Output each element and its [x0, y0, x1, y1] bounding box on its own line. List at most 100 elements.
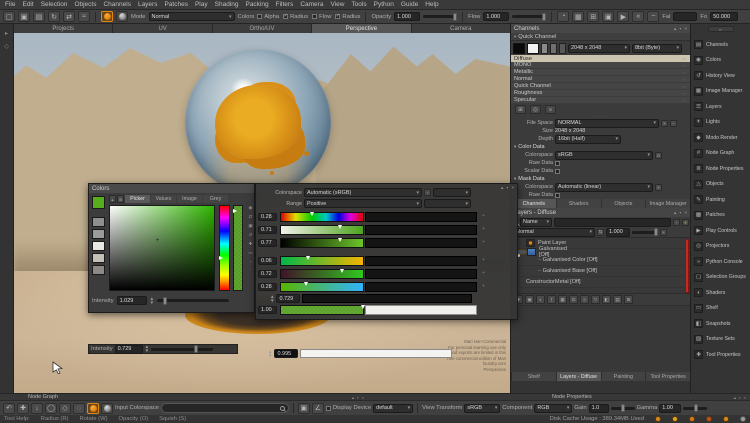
alpha-strip[interactable] [233, 205, 243, 291]
layer-row[interactable]: Galvanised Base [Off] [512, 266, 690, 277]
slider-extension-bar[interactable] [365, 282, 477, 292]
node-search-input[interactable] [161, 403, 289, 413]
slider-marker-icon[interactable] [340, 269, 344, 273]
menu-item[interactable]: Patches [164, 1, 188, 8]
paint-option-icon[interactable]: ⊞ [587, 11, 599, 22]
palette-rail-item[interactable]: ◉ Colors [691, 53, 750, 69]
saturation-value-square[interactable]: + [109, 205, 215, 291]
view-transform-dropdown[interactable]: sRGB [464, 404, 500, 413]
file-toolbar-icon[interactable]: ↻ [48, 11, 60, 22]
window-controls-icons[interactable]: ▴ ▪ × [674, 210, 688, 216]
slider-value-field[interactable]: 0.06 [258, 257, 277, 265]
clear-icon[interactable]: × [655, 184, 662, 191]
channel-row[interactable]: Quick Channel [511, 83, 691, 90]
secondary-dropdown[interactable] [433, 188, 471, 197]
opacity-slider[interactable] [423, 15, 457, 18]
range-dropdown[interactable]: Positive [304, 199, 422, 208]
nav-icon[interactable]: ↓ [31, 403, 43, 414]
colorspace-dropdown[interactable]: sRGB [555, 151, 653, 160]
channel-row[interactable]: MONO [511, 62, 691, 69]
slider-gradient-bar[interactable] [280, 256, 364, 266]
plus-icon[interactable]: + [482, 213, 485, 219]
palette-rail-item[interactable]: ◆ Modo Render [691, 130, 750, 146]
layer-toolbar-icon[interactable]: ≡ [580, 295, 589, 304]
slider-extension-bar[interactable] [365, 269, 477, 279]
stepper-icon[interactable]: ▲▼ [270, 295, 274, 302]
palette-rail-item[interactable]: ☰ Layers [691, 99, 750, 115]
stepper-icon[interactable]: ▲▼ [145, 345, 149, 352]
layer-toolbar-icon[interactable]: ◐ [536, 295, 545, 304]
palette-rail-item[interactable]: ≣ Node Properties [691, 161, 750, 177]
bottom-panel-tab[interactable]: Tool Properties [646, 372, 690, 381]
nav-icon[interactable]: ✚ [17, 403, 29, 414]
channel-action-icon[interactable]: ⊞ [515, 105, 526, 114]
cache-status-icon[interactable] [655, 416, 661, 422]
display-device-dropdown[interactable]: default [373, 404, 413, 413]
slider-value-field[interactable]: 0.72 [258, 270, 277, 278]
color-swatch[interactable] [92, 241, 105, 251]
lock-icon[interactable]: ▫ [424, 189, 431, 196]
layer-toolbar-icon[interactable]: ⊞ [624, 295, 633, 304]
paint-option-icon[interactable]: « [632, 11, 644, 22]
swap-icon[interactable]: ⇄ [249, 214, 253, 220]
checkbox[interactable] [335, 14, 340, 19]
snap-icon[interactable]: ▣ [298, 403, 310, 414]
plus-icon[interactable]: + [482, 226, 485, 232]
slider-value-field[interactable]: 0.71 [258, 226, 277, 234]
slider-gradient-bar[interactable] [280, 225, 364, 235]
layer-toolbar-icon[interactable]: ⊡ [569, 295, 578, 304]
slider-marker-icon[interactable] [306, 256, 310, 260]
slider-gradient-bar[interactable] [280, 238, 364, 248]
colors-tab[interactable]: Values [151, 195, 176, 203]
menu-item[interactable]: Selection [41, 1, 68, 8]
layer-list-scrollbar[interactable] [685, 239, 689, 293]
slider-gradient-bar[interactable] [280, 269, 364, 279]
color-swatch[interactable] [92, 253, 105, 263]
falloff-field[interactable] [673, 12, 697, 21]
intensity-field[interactable]: 1.029 [117, 296, 147, 305]
square-icon[interactable]: ▫ [250, 259, 252, 264]
reset-icon[interactable]: ↺ [249, 232, 253, 238]
paint-option-icon[interactable]: ~ [647, 11, 659, 22]
gain-field[interactable]: 1.0 [589, 404, 609, 413]
viewport-tab[interactable]: Ortho/UV [213, 24, 311, 33]
nav-icon[interactable]: ◇ [59, 403, 71, 414]
channel-action-icon[interactable]: ◎ [530, 105, 541, 114]
stepper-icon[interactable]: ▲▼ [268, 350, 272, 357]
palette-rail-item[interactable]: ✎ Painting [691, 192, 750, 208]
colors-tab[interactable]: Grey [203, 195, 228, 203]
bottom-panel-tab[interactable]: Shelf [512, 372, 556, 381]
toolbar-checkbox[interactable]: Flow [312, 14, 331, 20]
toolbar-checkbox[interactable]: Radius [283, 14, 308, 20]
flow-slider[interactable] [512, 15, 546, 18]
grid-icon[interactable]: ⊞ [117, 195, 124, 203]
slider-marker-icon[interactable] [304, 282, 308, 286]
panel-tab[interactable]: Shaders [557, 199, 601, 208]
slider-value-field[interactable]: 0.77 [258, 239, 277, 247]
color-swatch[interactable] [92, 217, 105, 227]
panel-tab[interactable]: Objects [602, 199, 646, 208]
bottom-panel-tab[interactable]: Painting [602, 372, 646, 381]
menu-item[interactable]: Guide [401, 1, 418, 8]
menu-item[interactable]: Python [374, 1, 394, 8]
mask-raw-data-checkbox[interactable] [555, 193, 560, 198]
alpha-gradient-bar[interactable] [280, 305, 364, 315]
window-controls-icons[interactable]: ▴ ▪ × [501, 185, 515, 191]
panel-tab[interactable]: Image Manager [646, 199, 690, 208]
paint-option-icon[interactable]: ▶ [617, 11, 629, 22]
flow-field[interactable]: 1.000 [483, 12, 509, 21]
channel-row-selected[interactable]: Diffuse [511, 55, 691, 62]
gamma-slider[interactable] [683, 407, 707, 410]
mask-data-section[interactable]: Mask Data [511, 175, 691, 183]
slider-extension-bar[interactable] [365, 238, 477, 248]
mid-slider[interactable] [302, 294, 472, 303]
palette-rail-item[interactable]: ▩ Patches [691, 208, 750, 224]
cache-status-icon[interactable] [689, 416, 695, 422]
palette-rail-item[interactable]: ▭ Shelf [691, 301, 750, 317]
file-space-dropdown[interactable]: NORMAL [555, 119, 659, 128]
palette-rail-item[interactable]: △ Objects [691, 177, 750, 193]
palette-rail-item[interactable]: ▨ Texture Sets [691, 332, 750, 348]
rail-handle[interactable]: ▪▪ [708, 26, 734, 32]
palette-rail-item[interactable]: ◎ Projectors [691, 239, 750, 255]
channel-row[interactable]: Specular [511, 97, 691, 104]
